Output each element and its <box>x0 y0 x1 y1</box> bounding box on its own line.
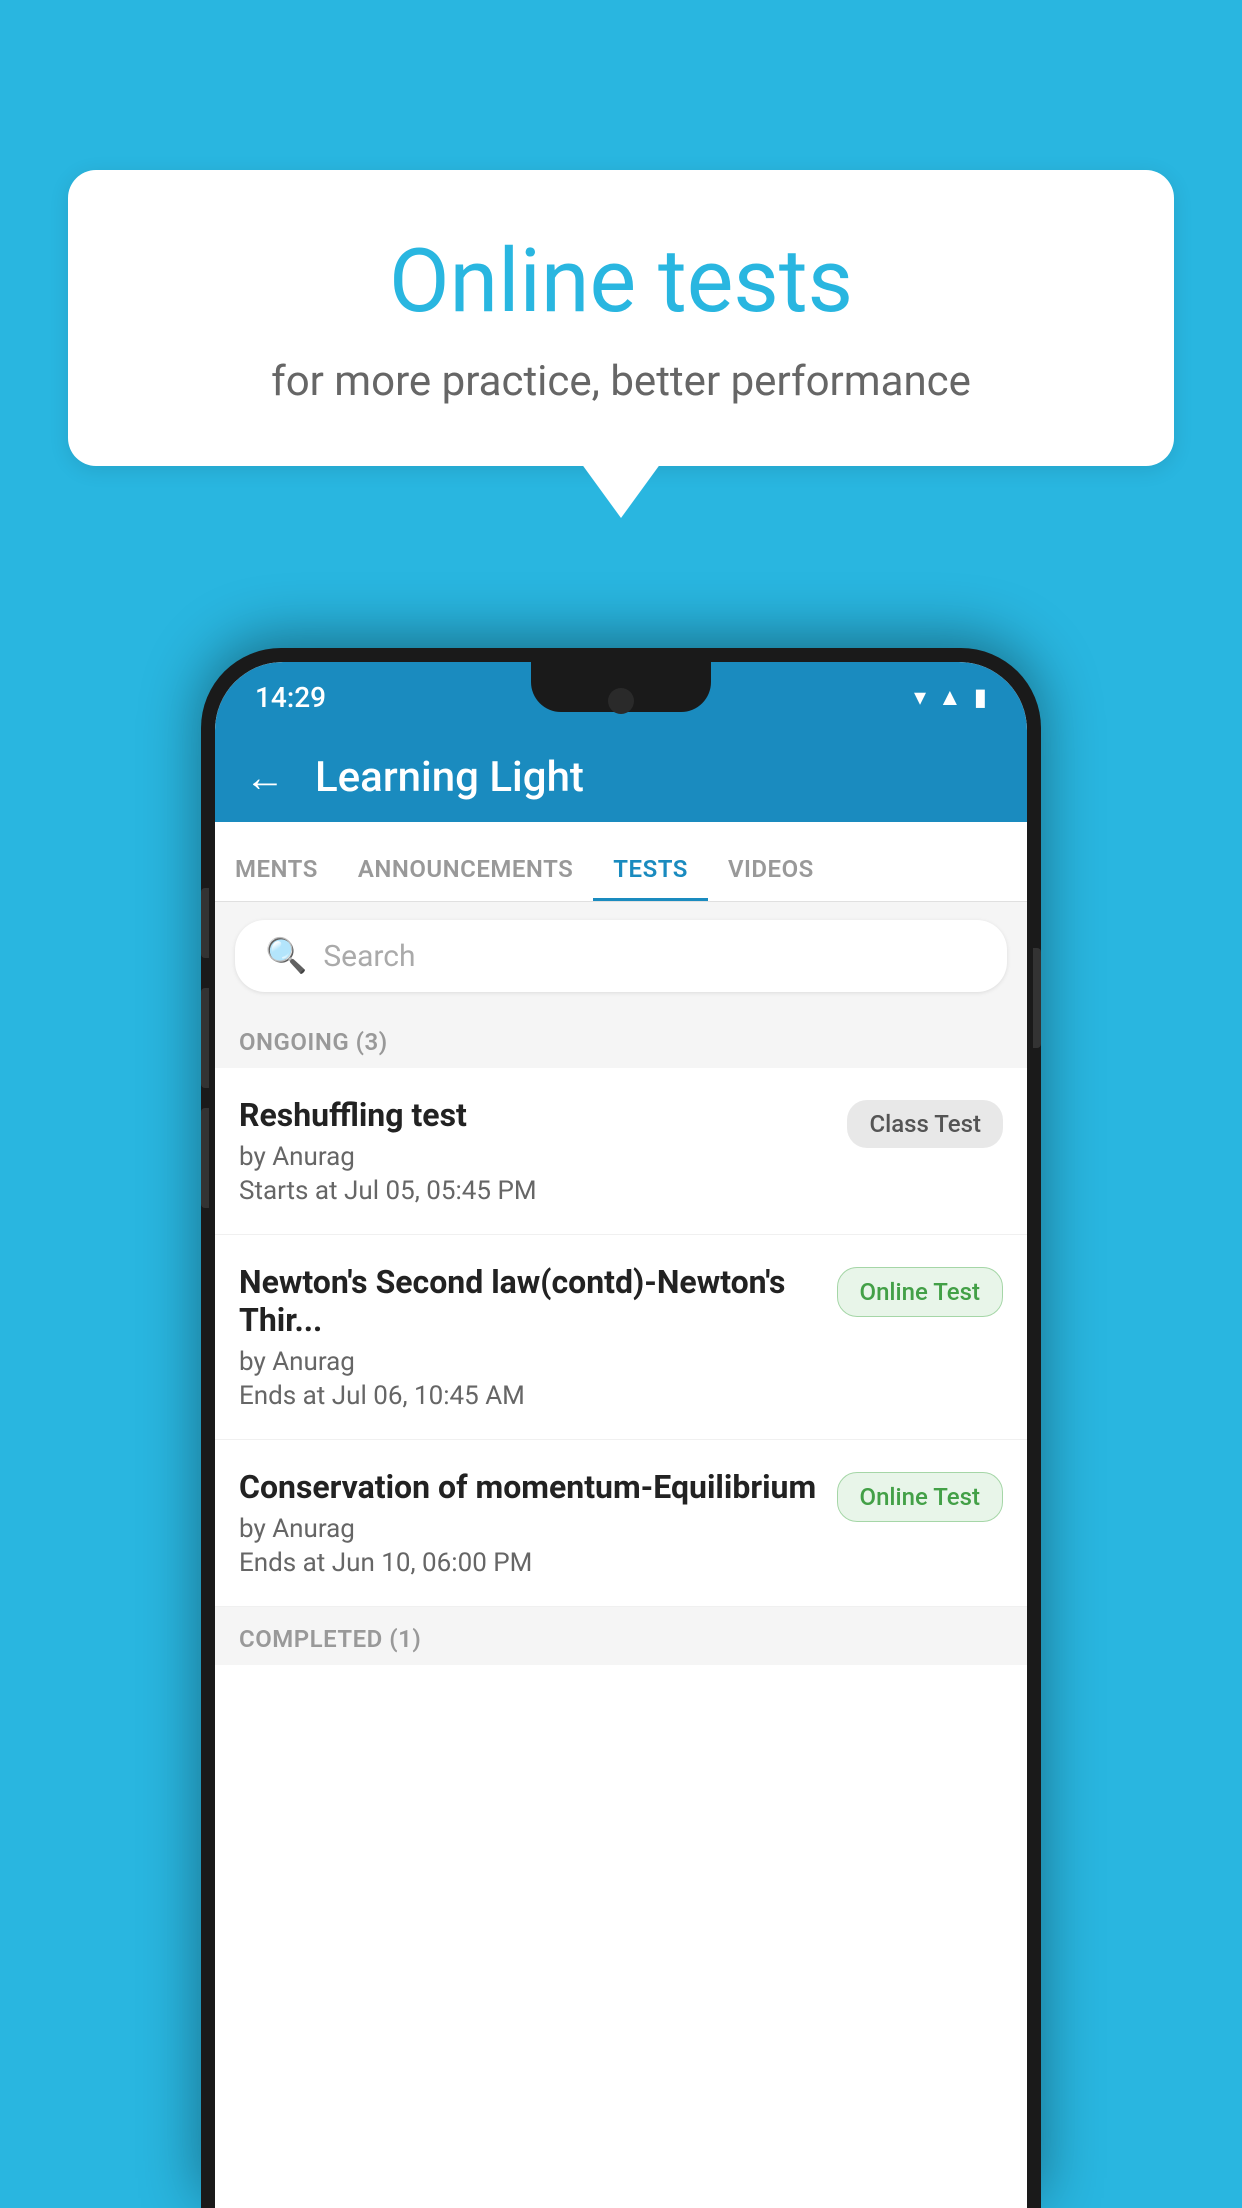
speech-bubble: Online tests for more practice, better p… <box>68 170 1174 466</box>
search-placeholder: Search <box>323 939 415 974</box>
test-author-2: by Anurag <box>239 1347 837 1377</box>
phone-frame: 14:29 ▾ ▲ ▮ ← Learning Light MENTS ANNOU… <box>201 648 1041 2208</box>
camera-dot <box>608 688 634 714</box>
speech-bubble-title: Online tests <box>148 230 1094 333</box>
completed-label: COMPLETED (1) <box>239 1625 421 1653</box>
test-info-3: Conservation of momentum-Equilibrium by … <box>239 1468 837 1578</box>
test-time-3: Ends at Jun 10, 06:00 PM <box>239 1548 837 1578</box>
test-badge-2: Online Test <box>837 1267 1003 1317</box>
completed-section-header: COMPLETED (1) <box>215 1607 1027 1665</box>
search-icon: 🔍 <box>265 936 307 976</box>
power-button <box>1033 948 1041 1048</box>
ongoing-label: ONGOING (3) <box>239 1028 388 1056</box>
test-info-1: Reshuffling test by Anurag Starts at Jul… <box>239 1096 847 1206</box>
test-time-1: Starts at Jul 05, 05:45 PM <box>239 1176 847 1206</box>
test-item-3[interactable]: Conservation of momentum-Equilibrium by … <box>215 1440 1027 1607</box>
test-badge-1: Class Test <box>847 1100 1003 1148</box>
test-author-1: by Anurag <box>239 1142 847 1172</box>
test-item-1[interactable]: Reshuffling test by Anurag Starts at Jul… <box>215 1068 1027 1235</box>
speech-bubble-subtitle: for more practice, better performance <box>148 357 1094 406</box>
phone-screen: 14:29 ▾ ▲ ▮ ← Learning Light MENTS ANNOU… <box>215 662 1027 2208</box>
test-time-2: Ends at Jul 06, 10:45 AM <box>239 1381 837 1411</box>
search-container: 🔍 Search <box>215 902 1027 1010</box>
tab-announcements[interactable]: ANNOUNCEMENTS <box>338 855 593 901</box>
back-button[interactable]: ← <box>245 754 285 801</box>
status-icons: ▾ ▲ ▮ <box>914 683 987 712</box>
volume-down-button <box>201 988 209 1088</box>
test-name-3: Conservation of momentum-Equilibrium <box>239 1468 837 1506</box>
tab-tests[interactable]: TESTS <box>593 855 708 901</box>
search-bar[interactable]: 🔍 Search <box>235 920 1007 992</box>
test-item-2[interactable]: Newton's Second law(contd)-Newton's Thir… <box>215 1235 1027 1440</box>
test-name-1: Reshuffling test <box>239 1096 847 1134</box>
signal-icon: ▲ <box>938 683 962 712</box>
test-info-2: Newton's Second law(contd)-Newton's Thir… <box>239 1263 837 1411</box>
tabs-container: MENTS ANNOUNCEMENTS TESTS VIDEOS <box>215 822 1027 902</box>
battery-icon: ▮ <box>974 683 987 711</box>
speech-bubble-container: Online tests for more practice, better p… <box>68 170 1174 466</box>
tab-videos[interactable]: VIDEOS <box>708 855 834 901</box>
ongoing-section-header: ONGOING (3) <box>215 1010 1027 1068</box>
test-author-3: by Anurag <box>239 1514 837 1544</box>
test-name-2: Newton's Second law(contd)-Newton's Thir… <box>239 1263 837 1339</box>
status-time: 14:29 <box>255 681 326 714</box>
app-title: Learning Light <box>315 753 584 802</box>
silent-button <box>201 1108 209 1208</box>
tab-ments[interactable]: MENTS <box>215 855 338 901</box>
volume-up-button <box>201 888 209 958</box>
test-badge-3: Online Test <box>837 1472 1003 1522</box>
wifi-icon: ▾ <box>914 683 926 711</box>
test-list: Reshuffling test by Anurag Starts at Jul… <box>215 1068 1027 1607</box>
app-header: ← Learning Light <box>215 732 1027 822</box>
